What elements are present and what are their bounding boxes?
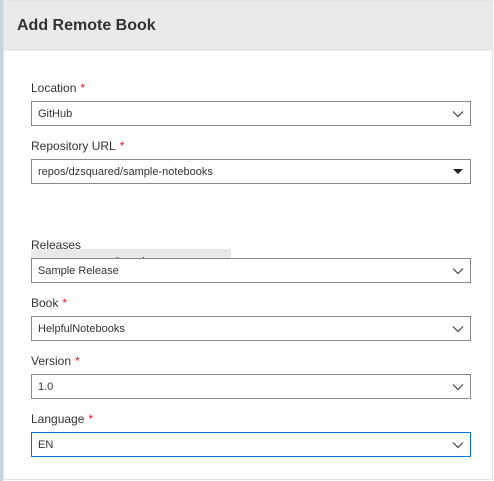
book-label: Book * <box>31 296 67 310</box>
releases-dropdown[interactable]: Sample Release <box>31 258 471 283</box>
chevron-down-icon <box>446 317 470 340</box>
chevron-down-icon <box>446 433 470 456</box>
repository-url-label: Repository URL * <box>31 139 124 153</box>
add-remote-book-dialog: Add Remote Book Location * GitHub Reposit… <box>3 0 493 480</box>
chevron-down-icon <box>446 259 470 282</box>
chevron-down-icon <box>446 375 470 398</box>
version-label: Version * <box>31 354 80 368</box>
repository-url-label-text: Repository URL <box>31 139 116 153</box>
dialog-header: Add Remote Book <box>4 1 492 51</box>
required-marker: * <box>62 296 68 310</box>
book-dropdown[interactable]: HelpfulNotebooks <box>31 316 471 341</box>
location-value: GitHub <box>38 107 73 120</box>
language-value: EN <box>38 438 54 451</box>
chevron-down-icon <box>446 102 470 125</box>
required-marker: * <box>80 81 86 95</box>
repository-url-combobox[interactable]: repos/dzsquared/sample-notebooks <box>31 159 471 184</box>
language-dropdown[interactable]: EN <box>31 432 471 457</box>
version-value: 1.0 <box>38 380 54 393</box>
caret-down-icon[interactable] <box>446 160 470 183</box>
required-marker: * <box>75 354 80 368</box>
location-label: Location * <box>31 81 85 95</box>
language-label-text: Language <box>31 412 85 426</box>
required-marker: * <box>119 139 125 153</box>
required-marker: * <box>88 412 94 426</box>
book-label-text: Book <box>31 296 59 310</box>
version-label-text: Version <box>31 354 72 368</box>
releases-value: Sample Release <box>38 264 119 277</box>
releases-label: Releases <box>31 238 81 252</box>
location-label-text: Location <box>31 81 77 95</box>
location-dropdown[interactable]: GitHub <box>31 101 471 126</box>
repository-url-value: repos/dzsquared/sample-notebooks <box>38 165 213 178</box>
version-dropdown[interactable]: 1.0 <box>31 374 471 399</box>
releases-label-text: Releases <box>31 238 82 252</box>
dialog-title: Add Remote Book <box>17 17 156 34</box>
book-value: HelpfulNotebooks <box>38 322 125 335</box>
language-label: Language * <box>31 412 93 426</box>
